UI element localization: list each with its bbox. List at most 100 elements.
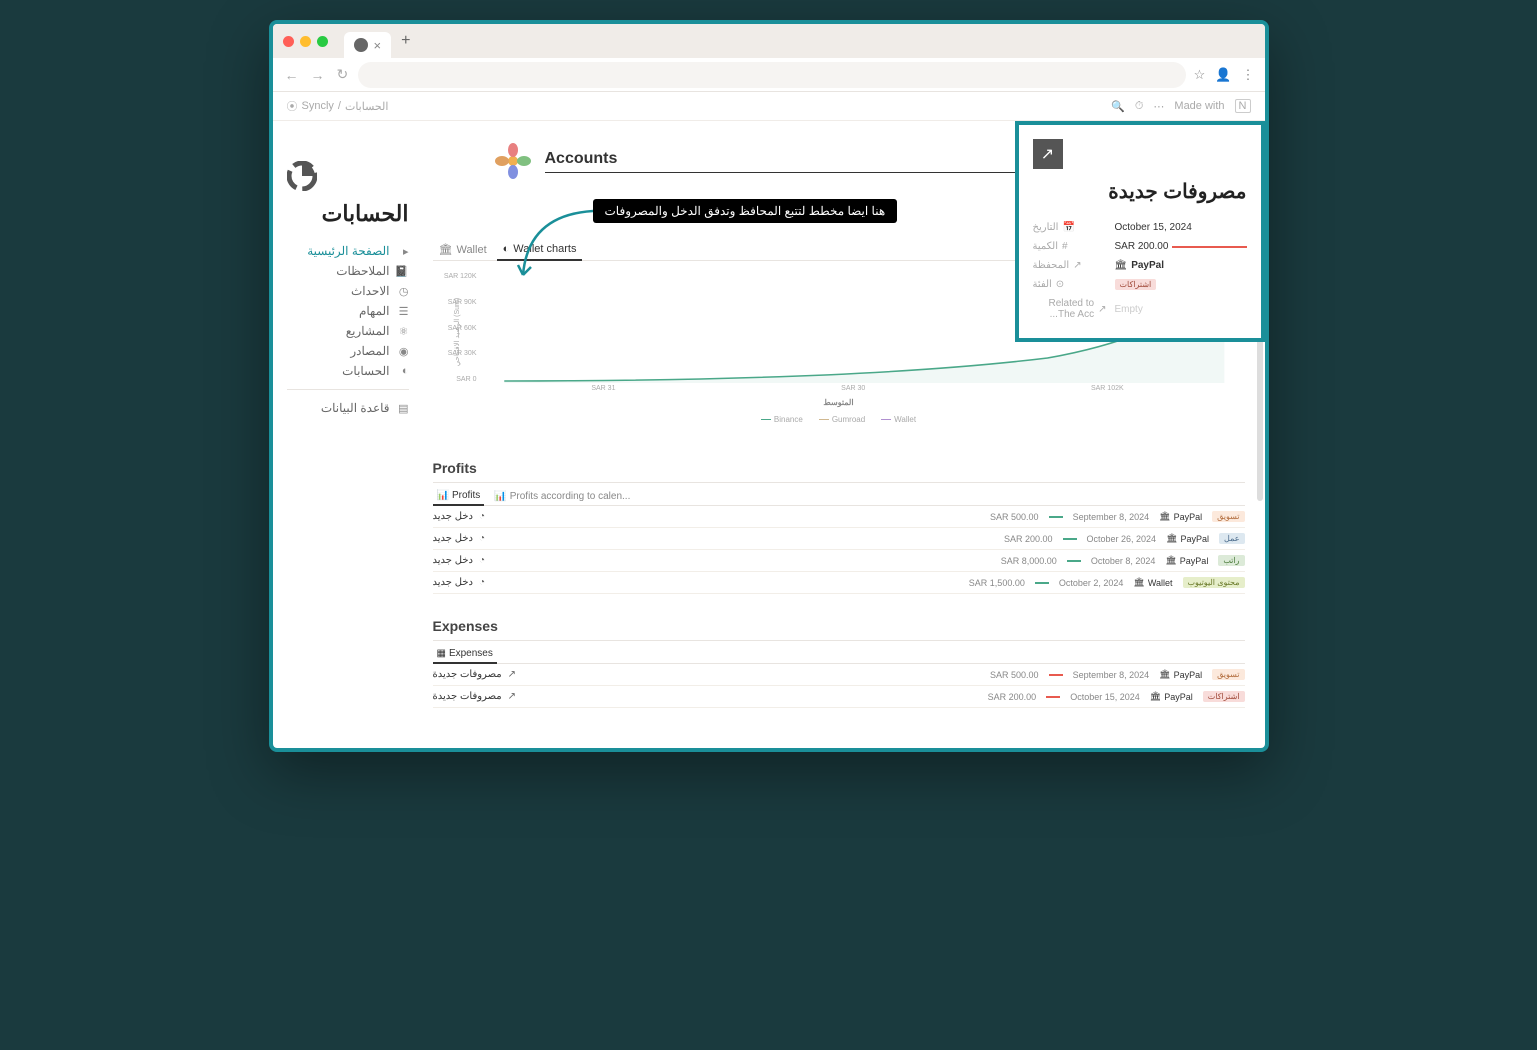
bank-icon: 🏛 xyxy=(1159,511,1170,522)
bar-chart-icon: 📊 xyxy=(437,490,449,501)
maximize-window-button[interactable] xyxy=(317,36,328,47)
row-tag: راتب xyxy=(1218,555,1244,566)
annotation-tooltip: هنا ايضا مخطط لتتبع المحافظ وتدفق الدخل … xyxy=(593,199,898,223)
browser-tab[interactable]: × xyxy=(344,32,392,58)
x-tick: SAR 30 xyxy=(841,385,865,392)
x-axis-label: المتوسط xyxy=(441,398,1237,407)
sidebar-item-label: المصادر xyxy=(350,344,389,358)
url-input[interactable] xyxy=(358,62,1185,88)
data-row[interactable]: ◔ دخل جديد SAR 500.00 September 8, 2024 … xyxy=(433,506,1245,528)
row-wallet: 🏛PayPal xyxy=(1159,511,1202,522)
popup-property-label: 📅التاريخ xyxy=(1033,222,1107,233)
expense-detail-popup: ↗ مصروفات جديدة 📅التاريخ October 15, 202… xyxy=(1015,121,1265,342)
popup-empty-text: Empty xyxy=(1115,304,1143,315)
chart-legend: Binance Gumroad Wallet xyxy=(441,415,1237,424)
section-tab-label: Profits xyxy=(452,490,480,501)
view-tab-wallet[interactable]: 🏛Wallet xyxy=(433,239,493,260)
row-bar-mark xyxy=(1063,538,1077,540)
row-date: October 8, 2024 xyxy=(1091,556,1156,566)
minimize-window-button[interactable] xyxy=(300,36,311,47)
breadcrumb-root-icon: ⦿ xyxy=(287,98,298,114)
row-wallet: 🏛PayPal xyxy=(1166,533,1209,544)
y-tick: SAR 30K xyxy=(441,350,477,357)
data-row[interactable]: ◔ دخل جديد SAR 200.00 October 26, 2024 🏛… xyxy=(433,528,1245,550)
sidebar-item-label: الحسابات xyxy=(342,364,389,378)
popup-property-row[interactable]: ⊙الفئة اشتراكات xyxy=(1033,275,1247,294)
row-wallet: 🏛PayPal xyxy=(1165,555,1208,566)
url-bar: ← → ↻ ☆ 👤 ⋮ xyxy=(273,58,1265,92)
legend-swatch xyxy=(761,419,771,420)
row-bar-mark xyxy=(1046,696,1060,698)
breadcrumb-current[interactable]: الحسابات xyxy=(345,100,388,113)
popup-property-row[interactable]: ↗المحفظة 🏛PayPal xyxy=(1033,256,1247,275)
popup-property-row[interactable]: ↗Related to The Acc... Empty xyxy=(1033,294,1247,324)
data-row[interactable]: ◔ دخل جديد SAR 1,500.00 October 2, 2024 … xyxy=(433,572,1245,594)
row-type-icon: ↗ xyxy=(508,691,516,702)
y-labels: SAR 120K SAR 90K SAR 60K SAR 30K SAR 0 xyxy=(441,273,477,383)
breadcrumb-root[interactable]: Syncly xyxy=(302,100,334,112)
popup-property-value: اشتراكات xyxy=(1115,279,1247,290)
popup-property-value: October 15, 2024 xyxy=(1115,222,1247,233)
new-tab-button[interactable]: + xyxy=(401,32,410,50)
nav-back-button[interactable]: ← xyxy=(283,65,301,85)
projects-icon: ⚛ xyxy=(396,325,409,338)
row-title: مصروفات جديدة xyxy=(433,669,502,680)
sidebar: الحسابات ▸الصفحة الرئيسية 📓الملاحظات ◷ال… xyxy=(273,121,423,748)
sidebar-item-events[interactable]: ◷الاحداث xyxy=(287,281,409,301)
browser-menu-icon[interactable]: ⋮ xyxy=(1242,67,1255,83)
search-icon[interactable]: 🔍 xyxy=(1111,100,1125,113)
more-icon[interactable]: ⋯ xyxy=(1153,100,1164,113)
row-date: October 15, 2024 xyxy=(1070,692,1140,702)
property-icon: # xyxy=(1062,241,1068,252)
row-bar-mark xyxy=(1035,582,1049,584)
sidebar-item-database[interactable]: ▤قاعدة البيانات xyxy=(287,398,409,418)
row-bar-mark xyxy=(1049,516,1063,518)
row-date: September 8, 2024 xyxy=(1073,512,1150,522)
row-type-icon: ↗ xyxy=(508,669,516,680)
x-tick: SAR 102K xyxy=(1091,385,1124,392)
content-area: الحسابات ▸الصفحة الرئيسية 📓الملاحظات ◷ال… xyxy=(273,121,1265,748)
profile-icon[interactable]: 👤 xyxy=(1215,67,1231,83)
tab-close-icon[interactable]: × xyxy=(374,38,382,53)
sidebar-item-label: الصفحة الرئيسية xyxy=(307,244,389,258)
sidebar-item-accounts[interactable]: ◐الحسابات xyxy=(287,361,409,381)
popup-property-row[interactable]: 📅التاريخ October 15, 2024 xyxy=(1033,218,1247,237)
sidebar-item-resources[interactable]: ◉المصادر xyxy=(287,341,409,361)
sidebar-item-tasks[interactable]: ☰المهام xyxy=(287,301,409,321)
browser-window: × + ← → ↻ ☆ 👤 ⋮ ⦿ Syncly / الحسابات 🔍 ⏱ … xyxy=(269,20,1269,752)
data-row[interactable]: ↗ مصروفات جديدة SAR 500.00 September 8, … xyxy=(433,664,1245,686)
section-title: Profits xyxy=(433,454,1245,483)
legend-label: Wallet xyxy=(894,415,916,424)
row-tag: عمل xyxy=(1219,533,1244,544)
legend-item: Gumroad xyxy=(819,415,865,424)
notion-badge-icon[interactable]: N xyxy=(1235,99,1251,113)
bookmark-star-icon[interactable]: ☆ xyxy=(1194,67,1206,83)
section-tab-profits-calendar[interactable]: 📊Profits according to calen... xyxy=(490,487,634,505)
sidebar-item-notes[interactable]: 📓الملاحظات xyxy=(287,261,409,281)
popup-property-value: Empty xyxy=(1115,304,1247,315)
legend-label: Gumroad xyxy=(832,415,865,424)
popup-arrow-icon: ↗ xyxy=(1033,139,1063,169)
property-icon: ↗ xyxy=(1073,260,1081,271)
close-window-button[interactable] xyxy=(283,36,294,47)
expenses-section: Expenses ▦Expenses ↗ مصروفات جديدة SAR 5… xyxy=(433,612,1245,708)
legend-label: Binance xyxy=(774,415,803,424)
row-title: دخل جديد xyxy=(433,577,473,588)
popup-property-row[interactable]: #الكمية SAR 200.00 xyxy=(1033,237,1247,256)
popup-property-value: SAR 200.00 xyxy=(1115,241,1247,252)
sidebar-item-projects[interactable]: ⚛المشاريع xyxy=(287,321,409,341)
sidebar-divider xyxy=(287,389,409,390)
data-row[interactable]: ◔ دخل جديد SAR 8,000.00 October 8, 2024 … xyxy=(433,550,1245,572)
nav-forward-button[interactable]: → xyxy=(309,65,327,85)
section-tab-expenses[interactable]: ▦Expenses xyxy=(433,645,497,664)
sidebar-item-home[interactable]: ▸الصفحة الرئيسية xyxy=(287,241,409,261)
grid-icon: ▦ xyxy=(437,648,446,659)
section-tab-profits[interactable]: 📊Profits xyxy=(433,487,485,506)
row-tag: اشتراكات xyxy=(1203,691,1245,702)
data-row[interactable]: ↗ مصروفات جديدة SAR 200.00 October 15, 2… xyxy=(433,686,1245,708)
x-tick: SAR 31 xyxy=(591,385,615,392)
section-tabs: ▦Expenses xyxy=(433,641,1245,664)
row-amount: SAR 500.00 xyxy=(990,670,1039,680)
nav-reload-button[interactable]: ↻ xyxy=(335,64,351,85)
history-icon[interactable]: ⏱ xyxy=(1135,100,1144,113)
